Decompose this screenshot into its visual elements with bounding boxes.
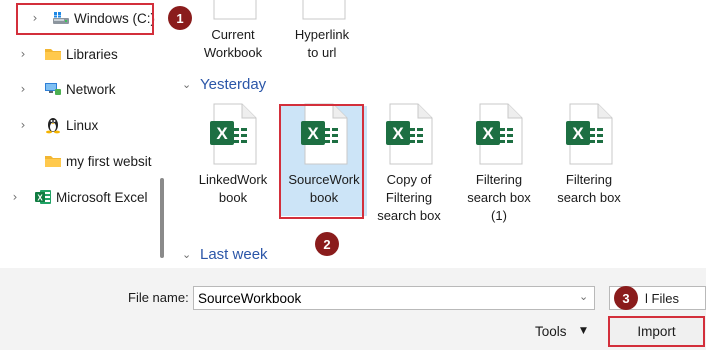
chevron-down-icon[interactable]: ⌄ bbox=[579, 290, 588, 303]
excel-file-icon: X bbox=[474, 103, 524, 165]
folder-icon bbox=[44, 46, 62, 62]
file-label-line: Filtering bbox=[385, 190, 433, 205]
file-type-value: l Files bbox=[645, 291, 679, 306]
nav-item-label: my first websit bbox=[66, 153, 152, 169]
file-label-line: SourceWork bbox=[288, 172, 360, 187]
file-item-linkedworkbook[interactable]: X LinkedWork book bbox=[190, 103, 276, 207]
file-label-line: Filtering bbox=[565, 172, 613, 187]
excel-file-icon: X bbox=[564, 103, 614, 165]
excel-letter: X bbox=[392, 124, 404, 143]
nav-item-my-first-website[interactable]: my first websit bbox=[0, 146, 160, 176]
excel-letter: X bbox=[216, 124, 228, 143]
file-label-line: Workbook bbox=[203, 45, 263, 60]
file-label-line: search box bbox=[557, 190, 621, 205]
file-label-line: book bbox=[218, 190, 248, 205]
group-header-yesterday[interactable]: ⌄ Yesterday bbox=[182, 76, 266, 93]
nav-item-libraries[interactable]: › Libraries bbox=[0, 39, 160, 69]
chevron-down-icon[interactable]: ⌄ bbox=[182, 78, 196, 91]
linux-icon bbox=[44, 116, 62, 134]
tools-menu[interactable]: Tools bbox=[535, 324, 567, 339]
chevron-down-icon[interactable]: ⌄ bbox=[182, 248, 196, 261]
nav-item-microsoft-excel[interactable]: › X Microsoft Excel bbox=[0, 182, 160, 212]
excel-file-icon: X bbox=[208, 103, 258, 165]
group-label: Yesterday bbox=[200, 76, 267, 93]
file-item-copy-of-filtering-search-box[interactable]: X Copy of Filtering search box bbox=[366, 103, 452, 225]
nav-item-label: Microsoft Excel bbox=[56, 189, 148, 205]
nav-item-label: Libraries bbox=[66, 46, 118, 62]
file-item-sourceworkbook[interactable]: X SourceWork book bbox=[281, 103, 367, 216]
chevron-right-icon[interactable]: › bbox=[16, 118, 30, 132]
excel-icon: X bbox=[34, 189, 52, 205]
chevron-right-icon[interactable]: › bbox=[28, 11, 42, 25]
step-badge-2: 2 bbox=[315, 232, 339, 256]
file-name-label: File name: bbox=[128, 290, 189, 305]
chevron-right-icon[interactable]: › bbox=[16, 47, 30, 61]
file-label-line: Current bbox=[211, 27, 255, 42]
nav-scrollbar[interactable] bbox=[160, 178, 164, 258]
excel-file-icon: X bbox=[384, 103, 434, 165]
nav-item-label: Linux bbox=[66, 117, 99, 133]
network-icon bbox=[44, 81, 62, 97]
file-item-current-workbook[interactable]: Current Workbook bbox=[190, 0, 276, 62]
caret-down-icon[interactable]: ▼ bbox=[580, 326, 587, 336]
nav-item-label: Windows (C:) bbox=[74, 10, 156, 26]
file-label-line: LinkedWork bbox=[198, 172, 268, 187]
file-label-line: Hyperlink bbox=[294, 27, 350, 42]
file-label-line: search box bbox=[467, 190, 531, 205]
chevron-right-icon[interactable]: › bbox=[16, 82, 30, 96]
nav-item-network[interactable]: › Network bbox=[0, 74, 160, 104]
file-label-line: search box bbox=[377, 208, 441, 223]
folder-icon bbox=[44, 153, 62, 169]
file-label-line: Copy of bbox=[386, 172, 432, 187]
file-name-input[interactable] bbox=[193, 286, 595, 310]
group-label: Last week bbox=[200, 246, 268, 263]
navigation-pane: › Windows (C:) › Libraries › Network › L… bbox=[0, 0, 160, 268]
group-header-last-week[interactable]: ⌄ Last week bbox=[182, 246, 268, 263]
file-label-line: book bbox=[309, 190, 339, 205]
nav-item-linux[interactable]: › Linux bbox=[0, 110, 160, 140]
file-label-line: (1) bbox=[491, 208, 507, 223]
import-button[interactable]: Import bbox=[608, 316, 705, 347]
excel-letter: X bbox=[307, 124, 319, 143]
nav-item-label: Network bbox=[66, 81, 116, 97]
step-badge-3: 3 bbox=[614, 286, 638, 310]
file-item-filtering-search-box[interactable]: X Filtering search box bbox=[546, 103, 632, 207]
step-badge-1: 1 bbox=[168, 6, 192, 30]
excel-file-icon bbox=[208, 0, 258, 20]
excel-letter: X bbox=[572, 124, 584, 143]
file-label-line: Filtering bbox=[475, 172, 523, 187]
excel-letter: X bbox=[482, 124, 494, 143]
svg-text:X: X bbox=[37, 194, 43, 203]
excel-file-icon bbox=[297, 0, 347, 20]
excel-file-icon: X bbox=[299, 103, 349, 165]
drive-icon bbox=[52, 10, 70, 26]
chevron-right-icon[interactable]: › bbox=[8, 190, 22, 204]
file-item-filtering-search-box-1[interactable]: X Filtering search box (1) bbox=[456, 103, 542, 225]
file-item-hyperlink-to-url[interactable]: Hyperlink to url bbox=[279, 0, 365, 62]
file-label-line: to url bbox=[307, 45, 337, 60]
nav-item-windows-c[interactable]: › Windows (C:) bbox=[0, 3, 160, 33]
